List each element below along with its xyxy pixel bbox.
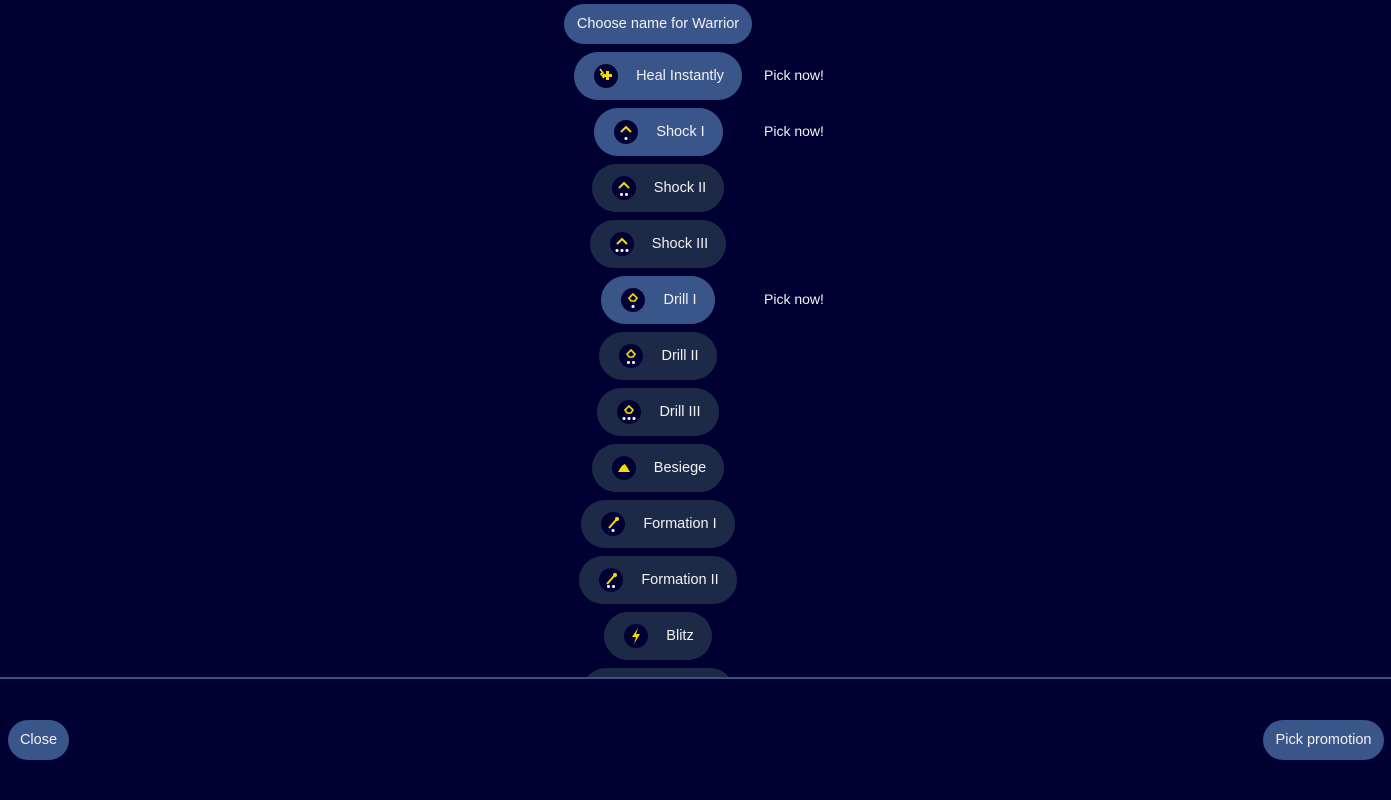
shock-icon bbox=[614, 120, 638, 144]
drill-icon bbox=[621, 288, 645, 312]
drill-icon-glyph bbox=[622, 404, 636, 420]
promotion-label: Blitz bbox=[666, 628, 694, 644]
shock-icon bbox=[612, 176, 636, 200]
promotion-label: Formation II bbox=[641, 572, 719, 588]
promotion-heal-instantly[interactable]: Heal Instantly bbox=[574, 52, 742, 100]
close-button[interactable]: Close bbox=[8, 720, 69, 760]
heal-icon-glyph bbox=[599, 68, 612, 80]
shock-icon bbox=[610, 232, 634, 256]
promotion-label: Formation I bbox=[643, 516, 717, 532]
shock-icon-glyph bbox=[618, 181, 630, 196]
blitz-icon-glyph bbox=[632, 628, 640, 644]
shock-icon-glyph bbox=[615, 237, 629, 252]
blitz-icon bbox=[624, 624, 648, 648]
choose-name-button[interactable]: Choose name for Warrior bbox=[564, 4, 752, 44]
formation-icon bbox=[599, 568, 623, 592]
drill-icon bbox=[617, 400, 641, 424]
promotion-shock-2[interactable]: Shock II bbox=[592, 164, 724, 212]
divider bbox=[0, 677, 1391, 679]
pick-promotion-button[interactable]: Pick promotion bbox=[1263, 720, 1384, 760]
promotion-label: Shock I bbox=[656, 124, 705, 140]
promotion-formation-2[interactable]: Formation II bbox=[579, 556, 737, 604]
promotion-label: Drill I bbox=[663, 292, 697, 308]
promotion-drill-2[interactable]: Drill II bbox=[599, 332, 717, 380]
heal-icon bbox=[594, 64, 618, 88]
promotion-besiege[interactable]: Besiege bbox=[592, 444, 724, 492]
promotion-label: Shock II bbox=[653, 180, 707, 196]
promotion-label: Besiege bbox=[653, 460, 707, 476]
promotion-blitz[interactable]: Blitz bbox=[604, 612, 712, 660]
pick-now-label: Pick now! bbox=[764, 123, 824, 139]
promotion-list[interactable]: Choose name for Warrior Heal Instantly P… bbox=[0, 0, 1391, 678]
promotion-drill-3[interactable]: Drill III bbox=[597, 388, 719, 436]
promotion-drill-1[interactable]: Drill I bbox=[601, 276, 715, 324]
close-label: Close bbox=[19, 732, 58, 748]
drill-icon bbox=[619, 344, 643, 368]
pick-now-label: Pick now! bbox=[764, 67, 824, 83]
drill-icon-glyph bbox=[625, 348, 637, 364]
promotion-formation-1[interactable]: Formation I bbox=[581, 500, 735, 548]
besiege-icon-glyph bbox=[618, 464, 630, 472]
besiege-icon bbox=[612, 456, 636, 480]
promotion-label: Shock III bbox=[651, 236, 709, 252]
promotion-label: Heal Instantly bbox=[636, 68, 724, 84]
choose-name-label: Choose name for Warrior bbox=[576, 16, 740, 32]
pick-now-label: Pick now! bbox=[764, 291, 824, 307]
promotion-shock-3[interactable]: Shock III bbox=[590, 220, 726, 268]
promotion-label: Drill II bbox=[661, 348, 699, 364]
drill-icon-glyph bbox=[627, 292, 639, 308]
promotion-label: Drill III bbox=[659, 404, 701, 420]
formation-icon-glyph bbox=[608, 517, 619, 532]
formation-icon-glyph bbox=[606, 573, 617, 588]
promotion-shock-1[interactable]: Shock I bbox=[594, 108, 723, 156]
pick-promotion-label: Pick promotion bbox=[1275, 732, 1372, 748]
promotion-screen: Choose name for Warrior Heal Instantly P… bbox=[0, 0, 1391, 800]
shock-icon-glyph bbox=[620, 125, 632, 140]
formation-icon bbox=[601, 512, 625, 536]
